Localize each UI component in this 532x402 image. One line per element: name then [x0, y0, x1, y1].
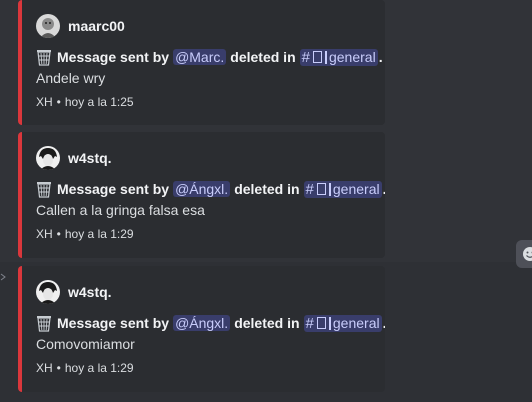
wastebasket-icon — [36, 48, 52, 66]
author-name[interactable]: w4stq. — [68, 150, 112, 166]
footer-text: XH — [36, 361, 53, 375]
embed-title: Message sent by @Marc. deleted in # gene… — [36, 48, 383, 66]
channel-name: general — [332, 181, 380, 197]
embed-author: w4stq. — [36, 146, 112, 170]
deleted-in-text: deleted in — [234, 181, 300, 197]
channel-mention[interactable]: # general — [303, 314, 382, 332]
embed-title: Message sent by @Ángxl. deleted in # gen… — [36, 314, 385, 332]
footer-separator: • — [56, 361, 61, 375]
channel-bar-glyph — [324, 50, 327, 64]
channel-name: general — [332, 315, 380, 331]
embed-title: Message sent by @Ángxl. deleted in # gen… — [36, 180, 385, 198]
embed-footer: XH • hoy a la 1:29 — [36, 227, 134, 241]
author-name[interactable]: w4stq. — [68, 284, 112, 300]
channel-mention[interactable]: # general — [303, 180, 382, 198]
channel-bar-glyph — [328, 316, 331, 330]
channel-name: general — [328, 49, 376, 65]
avatar[interactable] — [36, 14, 60, 38]
reply-arrow-icon — [0, 268, 6, 281]
embed-author: maarc00 — [36, 14, 125, 38]
embed-footer: XH • hoy a la 1:25 — [36, 95, 134, 109]
add-reaction-button[interactable] — [516, 240, 532, 268]
wastebasket-icon — [36, 314, 52, 332]
deleted-message-embed: w4stq. Message sent by @Ángxl. deleted i… — [18, 266, 385, 392]
deleted-message-content: Comovomiamor — [36, 336, 135, 352]
smiley-icon — [523, 247, 532, 261]
channel-hash-icon: # — [301, 48, 310, 66]
title-suffix: . — [383, 315, 385, 331]
channel-box-glyph — [312, 51, 322, 63]
deleted-in-text: deleted in — [230, 49, 296, 65]
channel-mention[interactable]: # general — [299, 48, 378, 66]
channel-bar-glyph — [328, 182, 331, 196]
footer-text: XH — [36, 227, 53, 241]
deleted-in-text: deleted in — [234, 315, 300, 331]
channel-hash-icon: # — [305, 180, 314, 198]
timestamp: hoy a la 1:25 — [64, 95, 134, 109]
avatar[interactable] — [36, 280, 60, 304]
channel-box-glyph — [316, 317, 326, 329]
channel-hash-icon: # — [305, 314, 314, 332]
author-name[interactable]: maarc00 — [68, 18, 125, 34]
embed-footer: XH • hoy a la 1:29 — [36, 361, 134, 375]
avatar[interactable] — [36, 146, 60, 170]
title-suffix: . — [378, 49, 383, 65]
title-suffix: . — [383, 181, 385, 197]
embed-author: w4stq. — [36, 280, 112, 304]
title-prefix: Message sent by — [57, 181, 170, 197]
title-prefix: Message sent by — [57, 315, 170, 331]
timestamp: hoy a la 1:29 — [64, 361, 134, 375]
deleted-message-content: Callen a la gringa falsa esa — [36, 202, 205, 218]
deleted-message-embed: w4stq. Message sent by @Ángxl. deleted i… — [18, 132, 385, 258]
footer-separator: • — [56, 95, 61, 109]
footer-separator: • — [56, 227, 61, 241]
chat-messages: maarc00 Message sent by @Marc. deleted i… — [0, 0, 532, 402]
timestamp: hoy a la 1:29 — [64, 227, 134, 241]
deleted-message-content: Andele wry — [36, 70, 106, 86]
user-mention[interactable]: @Ángxl. — [173, 181, 231, 197]
wastebasket-icon — [36, 180, 52, 198]
deleted-message-embed: maarc00 Message sent by @Marc. deleted i… — [18, 0, 385, 125]
user-mention[interactable]: @Marc. — [173, 49, 227, 65]
title-prefix: Message sent by — [57, 49, 170, 65]
channel-box-glyph — [316, 183, 326, 195]
user-mention[interactable]: @Ángxl. — [173, 315, 231, 331]
footer-text: XH — [36, 95, 53, 109]
